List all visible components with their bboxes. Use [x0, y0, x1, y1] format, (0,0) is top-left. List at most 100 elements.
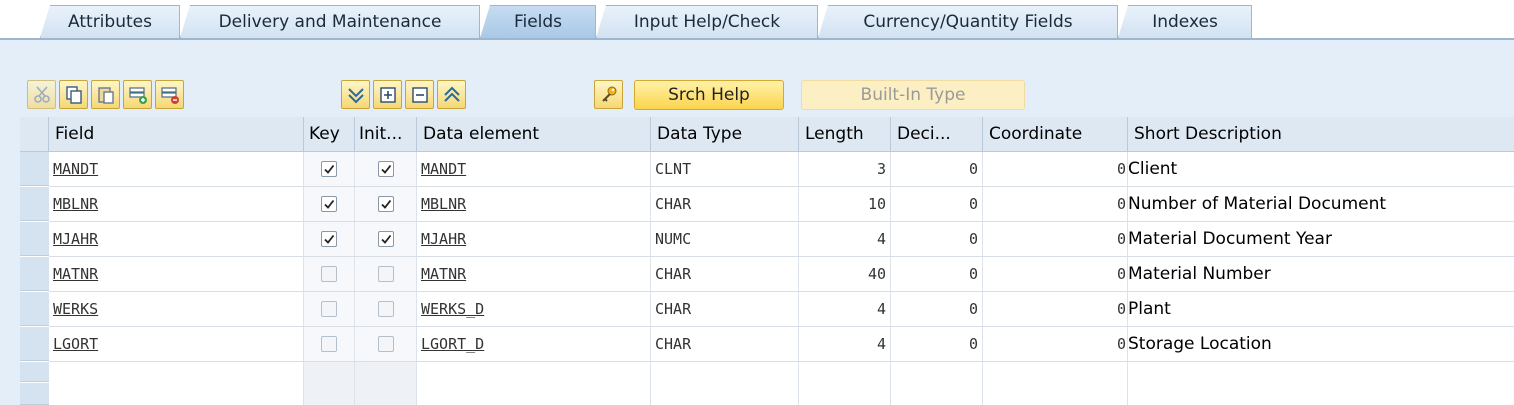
data-element-link[interactable]: LGORT_D	[421, 335, 484, 353]
field-name-cell[interactable]: LGORT	[49, 327, 304, 361]
key-cell[interactable]	[304, 152, 355, 186]
row-selector[interactable]	[20, 222, 49, 256]
foreign-key-button[interactable]	[594, 80, 623, 109]
length-cell[interactable]: 3	[799, 152, 891, 186]
tab-input-help-check[interactable]: Input Help/Check	[596, 5, 818, 38]
short-description-cell[interactable]: Number of Material Document	[1128, 187, 1514, 221]
data-element-cell[interactable]: MATNR	[417, 257, 651, 291]
cut-button[interactable]	[27, 80, 56, 109]
initial-values-checkbox[interactable]	[377, 301, 394, 317]
initial-cell[interactable]	[355, 187, 417, 221]
data-element-link[interactable]: MATNR	[421, 265, 466, 283]
short-description-cell[interactable]: Material Number	[1128, 257, 1514, 291]
column-header-short-description[interactable]: Short Description	[1128, 117, 1514, 152]
decimals-cell[interactable]: 0	[891, 257, 983, 291]
key-checkbox[interactable]	[321, 336, 337, 352]
key-cell[interactable]	[304, 187, 355, 221]
initial-cell[interactable]	[355, 292, 417, 326]
data-element-link[interactable]: MBLNR	[421, 195, 466, 213]
short-description-cell[interactable]: Storage Location	[1128, 327, 1514, 361]
row-selector[interactable]	[20, 187, 49, 221]
tab-indexes[interactable]: Indexes	[1118, 5, 1252, 38]
coordinate-cell[interactable]: 0	[983, 327, 1128, 361]
column-header-coordinate[interactable]: Coordinate	[983, 117, 1128, 152]
data-element-cell[interactable]: MANDT	[417, 152, 651, 186]
field-name[interactable]: MANDT	[53, 160, 98, 178]
length-cell[interactable]: 40	[799, 257, 891, 291]
data-type-cell[interactable]: CHAR	[651, 327, 799, 361]
initial-cell[interactable]	[355, 152, 417, 186]
field-name-cell[interactable]: MJAHR	[49, 222, 304, 256]
row-selector[interactable]	[20, 362, 49, 382]
column-header-data-element[interactable]: Data element	[417, 117, 651, 152]
field-name[interactable]: MJAHR	[53, 230, 98, 248]
search-help-button[interactable]: Srch Help	[634, 80, 784, 110]
initial-values-checkbox[interactable]	[377, 196, 394, 212]
field-name[interactable]: LGORT	[53, 335, 98, 353]
data-element-link[interactable]: MJAHR	[421, 230, 466, 248]
field-name-cell[interactable]: MATNR	[49, 257, 304, 291]
paste-button[interactable]	[91, 80, 120, 109]
key-cell[interactable]	[304, 292, 355, 326]
field-name[interactable]: WERKS	[53, 300, 98, 318]
key-checkbox[interactable]	[321, 196, 337, 212]
key-cell[interactable]	[304, 257, 355, 291]
data-type-cell[interactable]: CHAR	[651, 187, 799, 221]
row-selector[interactable]	[20, 257, 49, 291]
length-cell[interactable]: 10	[799, 187, 891, 221]
tab-attributes[interactable]: Attributes	[40, 5, 180, 38]
column-header-init[interactable]: Init...	[355, 117, 417, 152]
field-name[interactable]: MBLNR	[53, 195, 98, 213]
initial-values-checkbox[interactable]	[377, 231, 394, 247]
data-element-cell[interactable]: WERKS_D	[417, 292, 651, 326]
insert-row-button[interactable]	[123, 80, 152, 109]
tab-fields[interactable]: Fields	[480, 5, 596, 38]
decimals-cell[interactable]: 0	[891, 152, 983, 186]
data-type-cell[interactable]: NUMC	[651, 222, 799, 256]
decimals-cell[interactable]: 0	[891, 292, 983, 326]
decimals-cell[interactable]: 0	[891, 222, 983, 256]
short-description-cell[interactable]: Material Document Year	[1128, 222, 1514, 256]
data-element-link[interactable]: WERKS_D	[421, 300, 484, 318]
decimals-cell[interactable]: 0	[891, 327, 983, 361]
copy-button[interactable]	[59, 80, 88, 109]
key-checkbox[interactable]	[321, 231, 337, 247]
initial-values-checkbox[interactable]	[377, 161, 394, 177]
key-checkbox[interactable]	[321, 266, 337, 282]
field-name-cell[interactable]: MANDT	[49, 152, 304, 186]
initial-cell[interactable]	[355, 222, 417, 256]
length-cell[interactable]: 4	[799, 292, 891, 326]
data-element-cell[interactable]: MBLNR	[417, 187, 651, 221]
column-header-key[interactable]: Key	[304, 117, 355, 152]
row-selector[interactable]	[20, 383, 49, 405]
key-checkbox[interactable]	[321, 161, 337, 177]
field-name[interactable]: MATNR	[53, 265, 98, 283]
short-description-cell[interactable]: Plant	[1128, 292, 1514, 326]
tab-currency-quantity-fields[interactable]: Currency/Quantity Fields	[818, 5, 1118, 38]
initial-cell[interactable]	[355, 257, 417, 291]
coordinate-cell[interactable]: 0	[983, 257, 1128, 291]
short-description-cell[interactable]: Client	[1128, 152, 1514, 186]
coordinate-cell[interactable]: 0	[983, 187, 1128, 221]
decimals-cell[interactable]: 0	[891, 187, 983, 221]
data-element-cell[interactable]: LGORT_D	[417, 327, 651, 361]
row-selector[interactable]	[20, 152, 49, 186]
delete-row-button[interactable]	[155, 80, 184, 109]
initial-cell[interactable]	[355, 327, 417, 361]
length-cell[interactable]: 4	[799, 327, 891, 361]
move-up-button[interactable]	[437, 80, 466, 109]
field-name-cell[interactable]: MBLNR	[49, 187, 304, 221]
coordinate-cell[interactable]: 0	[983, 152, 1128, 186]
data-type-cell[interactable]: CLNT	[651, 152, 799, 186]
data-element-cell[interactable]: MJAHR	[417, 222, 651, 256]
coordinate-cell[interactable]: 0	[983, 222, 1128, 256]
row-selector-header[interactable]	[20, 117, 49, 152]
key-checkbox[interactable]	[321, 301, 337, 317]
column-header-field[interactable]: Field	[49, 117, 304, 152]
expand-button[interactable]	[373, 80, 402, 109]
data-type-cell[interactable]: CHAR	[651, 292, 799, 326]
tab-delivery-and-maintenance[interactable]: Delivery and Maintenance	[180, 5, 480, 38]
field-name-cell[interactable]: WERKS	[49, 292, 304, 326]
initial-values-checkbox[interactable]	[377, 336, 394, 352]
built-in-type-button[interactable]: Built-In Type	[801, 80, 1025, 110]
